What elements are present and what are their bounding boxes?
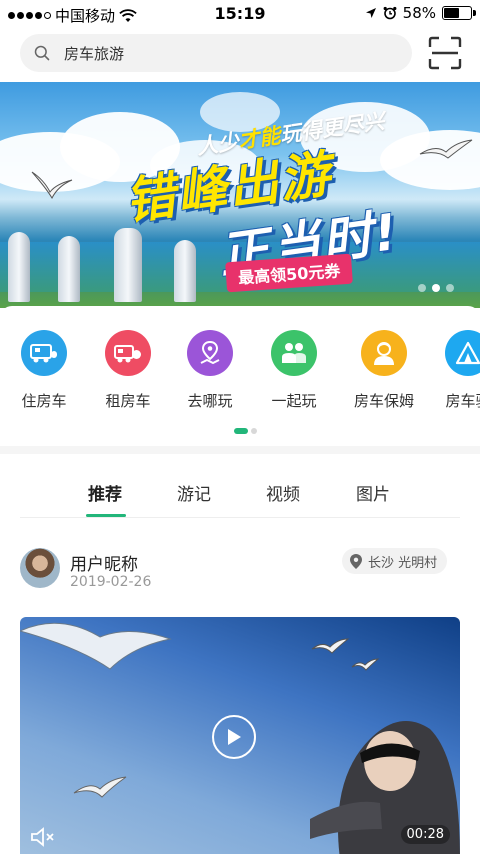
seagull-icon <box>351 658 380 671</box>
seagull-icon <box>31 171 73 200</box>
location-tag[interactable]: 长沙 光明村 <box>342 548 448 574</box>
category-item-rent-rv[interactable]: 租房车 <box>86 330 170 411</box>
banner-pagination[interactable] <box>418 284 454 292</box>
status-bar-right: 58% <box>365 4 476 22</box>
battery-percentage: 58% <box>402 4 436 22</box>
banner-dot[interactable] <box>446 284 454 292</box>
post-date: 2019-02-26 <box>70 574 152 590</box>
rv-rent-icon <box>105 330 151 376</box>
alarm-clock-icon <box>383 6 397 20</box>
nanny-icon <box>361 330 407 376</box>
mute-icon[interactable] <box>30 826 56 848</box>
banner-dot[interactable] <box>418 284 426 292</box>
category-pagination[interactable] <box>234 428 257 434</box>
seagull-icon <box>20 622 172 670</box>
category-label: 一起玩 <box>271 392 317 410</box>
seagull-icon <box>311 638 350 654</box>
category-menu: 住房车 租房车 去哪玩 一起玩 房车保姆 房车驿 <box>0 306 480 446</box>
scan-qr-icon[interactable] <box>428 36 462 70</box>
location-arrow-icon <box>365 8 376 18</box>
post-video[interactable]: 00:28 <box>20 617 460 854</box>
video-duration: 00:28 <box>400 825 450 844</box>
play-button[interactable] <box>212 715 256 759</box>
rv-stay-icon <box>21 330 67 376</box>
pager-dot[interactable] <box>251 428 257 434</box>
category-item-destinations[interactable]: 去哪玩 <box>168 330 252 411</box>
group-people-icon <box>271 330 317 376</box>
section-divider <box>0 446 480 454</box>
tabs-divider <box>20 517 460 518</box>
category-label: 房车驿 <box>445 392 480 410</box>
category-label: 房车保姆 <box>353 392 414 410</box>
banner-dot-active[interactable] <box>432 284 440 292</box>
category-item-rv-station[interactable]: 房车驿 <box>426 330 480 411</box>
camp-tent-icon <box>445 330 480 376</box>
seagull-icon <box>73 776 127 798</box>
search-bar[interactable]: 房车旅游 <box>20 34 412 72</box>
avatar[interactable] <box>20 548 60 588</box>
promo-banner[interactable]: 人少才能玩得更尽兴 错峰出游 正当时! 最高领50元券 <box>0 82 480 308</box>
category-label: 去哪玩 <box>187 392 233 410</box>
content-tabs: 推荐 游记 视频 图片 <box>0 474 480 520</box>
category-item-rv-nanny[interactable]: 房车保姆 <box>342 330 426 411</box>
search-input[interactable]: 房车旅游 <box>64 43 124 64</box>
pager-dot-active[interactable] <box>234 428 248 434</box>
seagull-icon <box>419 139 473 159</box>
location-pin-icon <box>350 553 362 569</box>
battery-level <box>444 8 460 18</box>
battery-icon <box>442 6 476 20</box>
category-item-play-together[interactable]: 一起玩 <box>252 330 336 411</box>
tab-video[interactable]: 视频 <box>266 480 300 505</box>
route-map-icon <box>187 330 233 376</box>
category-label: 租房车 <box>105 392 151 410</box>
category-item-stay-rv[interactable]: 住房车 <box>2 330 86 411</box>
search-icon <box>34 45 50 61</box>
location-text: 长沙 光明村 <box>368 555 438 571</box>
status-bar: 中国移动 15:19 58% <box>0 0 480 28</box>
play-icon <box>228 729 241 745</box>
tab-recommended[interactable]: 推荐 <box>88 480 122 505</box>
post-user-name[interactable]: 用户昵称 <box>70 550 138 575</box>
tab-photos[interactable]: 图片 <box>356 480 390 505</box>
category-label: 住房车 <box>21 392 67 410</box>
tab-travelogue[interactable]: 游记 <box>177 480 211 505</box>
